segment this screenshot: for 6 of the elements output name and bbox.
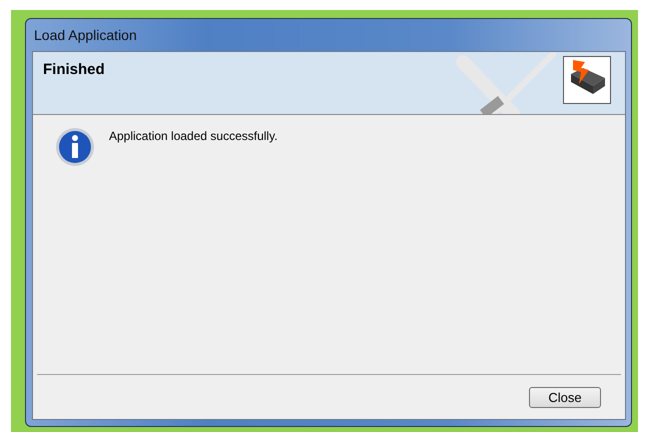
message-text: Application loaded successfully. — [109, 128, 278, 145]
window-title: Load Application — [33, 26, 138, 45]
header-title: Finished — [42, 60, 105, 80]
close-button[interactable]: Close — [529, 386, 601, 408]
info-icon — [55, 127, 95, 167]
chip-icon — [563, 56, 611, 104]
